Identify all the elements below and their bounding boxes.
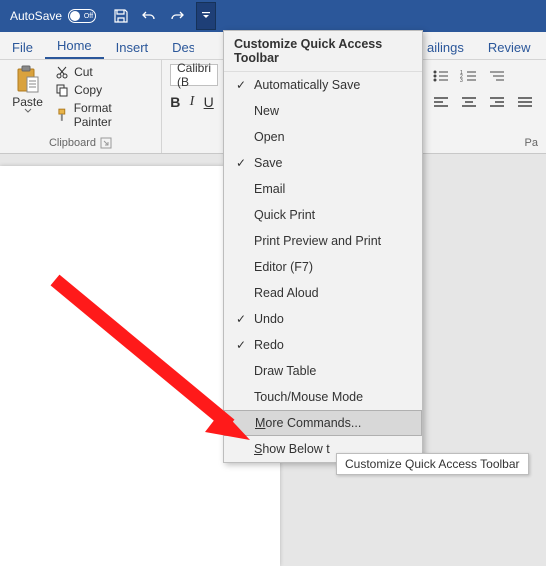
menu-item-read-aloud[interactable]: Read Aloud (224, 280, 422, 306)
chevron-down-icon (24, 108, 32, 114)
cut-button[interactable]: Cut (53, 64, 153, 80)
tooltip: Customize Quick Access Toolbar (336, 453, 529, 475)
undo-icon[interactable] (136, 3, 162, 29)
menu-item-print-preview[interactable]: Print Preview and Print (224, 228, 422, 254)
tab-insert[interactable]: Insert (104, 35, 161, 59)
copy-button[interactable]: Copy (53, 82, 153, 98)
multilevel-button[interactable] (485, 66, 509, 86)
redo-icon[interactable] (164, 3, 190, 29)
brush-icon (55, 108, 69, 122)
paste-icon (14, 64, 42, 96)
bold-button[interactable]: B (170, 92, 181, 112)
autosave-toggle[interactable]: AutoSave Off (6, 9, 100, 23)
quick-access-toolbar (108, 2, 216, 30)
justify-button[interactable] (513, 92, 537, 112)
bullets-button[interactable] (429, 66, 453, 86)
group-label-paragraph: Pa (525, 137, 538, 149)
tab-home[interactable]: Home (45, 33, 104, 59)
copy-icon (55, 83, 69, 97)
save-icon[interactable] (108, 3, 134, 29)
font-name-combo[interactable]: Calibri (B (170, 64, 218, 86)
tab-mailings[interactable]: ailings (423, 35, 476, 59)
title-bar: AutoSave Off (0, 0, 546, 32)
menu-item-redo[interactable]: ✓Redo (224, 332, 422, 358)
scissors-icon (55, 65, 69, 79)
format-painter-button[interactable]: Format Painter (53, 100, 153, 130)
group-font: Calibri (B B I U (162, 60, 222, 153)
align-right-button[interactable] (485, 92, 509, 112)
menu-item-draw-table[interactable]: Draw Table (224, 358, 422, 384)
group-paragraph: 123 Pa (423, 60, 546, 154)
menu-item-undo[interactable]: ✓Undo (224, 306, 422, 332)
dialog-launcher-icon[interactable] (100, 137, 112, 149)
menu-item-touch-mouse[interactable]: Touch/Mouse Mode (224, 384, 422, 410)
menu-title: Customize Quick Access Toolbar (224, 31, 422, 72)
menu-item-quick-print[interactable]: Quick Print (224, 202, 422, 228)
menu-item-save[interactable]: ✓Save (224, 150, 422, 176)
menu-item-editor[interactable]: Editor (F7) (224, 254, 422, 280)
align-center-button[interactable] (457, 92, 481, 112)
menu-item-auto-save[interactable]: ✓Automatically Save (224, 72, 422, 98)
group-clipboard: Paste Cut Copy Format Painter Clipboard (0, 60, 162, 153)
qat-customize-menu: Customize Quick Access Toolbar ✓Automati… (223, 30, 423, 463)
menu-item-more-commands[interactable]: More Commands... (224, 410, 422, 436)
numbering-button[interactable]: 123 (457, 66, 481, 86)
menu-item-new[interactable]: New (224, 98, 422, 124)
svg-text:3: 3 (460, 78, 463, 83)
check-icon: ✓ (232, 78, 250, 92)
group-label-clipboard: Clipboard (49, 137, 96, 149)
tab-file[interactable]: File (0, 35, 45, 59)
autosave-switch[interactable]: Off (68, 9, 96, 23)
ribbon-tabs-right: ailings Review (423, 32, 546, 60)
menu-item-open[interactable]: Open (224, 124, 422, 150)
align-left-button[interactable] (429, 92, 453, 112)
paste-button[interactable]: Paste (8, 64, 47, 130)
check-icon: ✓ (232, 312, 250, 326)
tab-design[interactable]: Desi (160, 35, 194, 59)
italic-button[interactable]: I (187, 92, 198, 112)
underline-button[interactable]: U (203, 92, 214, 112)
qat-customize-button[interactable] (196, 2, 216, 30)
tab-review[interactable]: Review (476, 35, 543, 59)
check-icon: ✓ (232, 156, 250, 170)
menu-item-email[interactable]: Email (224, 176, 422, 202)
autosave-label: AutoSave (10, 9, 62, 23)
check-icon: ✓ (232, 338, 250, 352)
